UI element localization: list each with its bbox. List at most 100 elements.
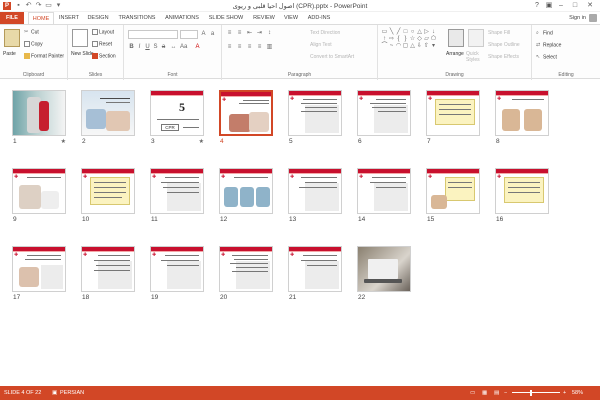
slide-thumbnail[interactable]: ✚ 13 — [288, 168, 342, 224]
shape-fill-button[interactable]: Shape Fill — [488, 30, 510, 36]
convert-smartart-button[interactable]: Convert to SmartArt — [310, 54, 354, 60]
slide-thumbnail[interactable]: ✚ 5 — [288, 90, 342, 146]
arrange-button[interactable]: Arrange — [446, 51, 464, 57]
slide-thumbnail[interactable]: ✚ 8 — [495, 90, 549, 146]
proofing-icon[interactable]: ▣ — [52, 386, 57, 400]
cut-button[interactable]: ✂ Cut — [24, 29, 39, 35]
change-case-icon[interactable]: Aa — [180, 44, 187, 51]
slide-thumbnail[interactable]: ✚ 11 — [150, 168, 204, 224]
slide-thumbnail[interactable]: ✚ 7 — [426, 90, 480, 146]
zoom-level[interactable]: 58% — [572, 386, 583, 400]
shadow-icon[interactable]: S — [152, 44, 159, 51]
slide-thumbnail[interactable]: 2 — [81, 90, 135, 146]
slide-thumbnail[interactable]: ✚ 20 — [219, 246, 273, 302]
reset-button[interactable]: Reset — [92, 41, 112, 47]
tab-view[interactable]: VIEW — [280, 12, 302, 24]
tab-design[interactable]: DESIGN — [84, 12, 112, 24]
quick-styles-icon[interactable] — [468, 29, 484, 47]
slide-thumbnail[interactable]: ✚ 18 — [81, 246, 135, 302]
slide-thumbnail[interactable]: ✚ 9 — [12, 168, 66, 224]
help-icon[interactable]: ? — [532, 1, 542, 10]
close-button[interactable]: ✕ — [585, 1, 595, 10]
slide-thumbnail[interactable]: 22 — [357, 246, 411, 302]
decrease-indent-icon[interactable]: ⇤ — [246, 30, 253, 37]
avatar[interactable] — [589, 14, 597, 22]
slide-number: 22 — [358, 294, 366, 301]
slide-sorter-view-icon[interactable]: ▦ — [482, 386, 487, 400]
slide-thumbnail-selected[interactable]: ✚ 4 — [219, 90, 273, 146]
arrange-icon[interactable] — [448, 29, 464, 47]
new-slide-icon[interactable] — [72, 29, 88, 47]
maximize-button[interactable]: □ — [570, 1, 580, 10]
tab-file[interactable]: FILE — [0, 12, 24, 24]
slide-thumbnail[interactable]: ✚ 14 — [357, 168, 411, 224]
slide-thumbnail[interactable]: ✚ 6 — [357, 90, 411, 146]
slide-thumbnail[interactable]: ✚ 16 — [495, 168, 549, 224]
section-button[interactable]: Section — [92, 53, 116, 59]
slide-thumbnail[interactable]: ✚ 10 — [81, 168, 135, 224]
increase-font-icon[interactable]: A — [200, 31, 207, 38]
numbering-icon[interactable]: ≡ — [236, 30, 243, 37]
tab-animations[interactable]: ANIMATIONS — [162, 12, 202, 24]
sign-in-link[interactable]: Sign in — [569, 12, 586, 24]
shape-effects-button[interactable]: Shape Effects — [488, 54, 519, 60]
zoom-out-icon[interactable]: − — [504, 386, 507, 400]
shape-outline-button[interactable]: Shape Outline — [488, 42, 520, 48]
tab-slide-show[interactable]: SLIDE SHOW — [206, 12, 246, 24]
minimize-button[interactable]: – — [556, 1, 566, 10]
align-left-icon[interactable]: ≡ — [226, 44, 233, 51]
tab-insert[interactable]: INSERT — [56, 12, 82, 24]
zoom-slider-thumb[interactable] — [530, 390, 532, 396]
text-direction-button[interactable]: Text Direction — [310, 30, 340, 36]
increase-indent-icon[interactable]: ⇥ — [256, 30, 263, 37]
shapes-gallery[interactable]: ▭ ╲ ╱ □ ○ △ ▷ ↓ ↑ ⇨{} ☆ ◇ ▱ ⬠ ⌒ ~ ◠ ▢ △ ⇩ ⇧ ▾ — [381, 29, 445, 50]
slide-thumbnail[interactable]: ✚ 21 — [288, 246, 342, 302]
slide-preview — [12, 90, 66, 136]
bold-icon[interactable]: B — [128, 44, 135, 51]
slide-thumbnail[interactable]: ✚ 19 — [150, 246, 204, 302]
slide-thumbnail[interactable]: ✚ 12 — [219, 168, 273, 224]
find-button[interactable]: ⌕ Find — [536, 30, 553, 36]
ribbon-display-icon[interactable]: ▣ — [544, 1, 554, 10]
zoom-slider[interactable] — [512, 392, 560, 393]
align-right-icon[interactable]: ≡ — [246, 44, 253, 51]
tab-add-ins[interactable]: ADD-INS — [304, 12, 334, 24]
align-text-button[interactable]: Align Text — [310, 42, 332, 48]
select-button[interactable]: ↖ Select — [536, 54, 557, 60]
bullets-icon[interactable]: ≡ — [226, 30, 233, 37]
copy-label: Copy — [31, 41, 43, 48]
replace-button[interactable]: ⇄ Replace — [536, 42, 561, 48]
align-center-icon[interactable]: ≡ — [236, 44, 243, 51]
slide-thumbnail[interactable]: 5 CPR 3 ★ — [150, 90, 204, 146]
slide-number: 12 — [220, 216, 228, 223]
tab-transitions[interactable]: TRANSITIONS — [116, 12, 158, 24]
justify-icon[interactable]: ≡ — [256, 44, 263, 51]
decrease-font-icon[interactable]: a — [209, 31, 216, 38]
char-spacing-icon[interactable]: ↔ — [170, 44, 177, 51]
tab-review[interactable]: REVIEW — [250, 12, 278, 24]
strikethrough-icon[interactable]: a — [160, 44, 167, 51]
slide-thumbnail[interactable]: 1 ★ — [12, 90, 66, 146]
language-indicator[interactable]: PERSIAN — [60, 386, 84, 400]
reading-view-icon[interactable]: ▤ — [494, 386, 499, 400]
underline-icon[interactable]: U — [144, 44, 151, 51]
line-spacing-icon[interactable]: ↕ — [266, 30, 273, 37]
font-size-box[interactable] — [180, 30, 198, 39]
quick-styles-button[interactable]: Quick Styles — [466, 51, 484, 63]
normal-view-icon[interactable]: ▭ — [470, 386, 475, 400]
format-painter-button[interactable]: Format Painter — [24, 53, 64, 59]
transition-star-icon: ★ — [198, 139, 204, 145]
slide-thumbnail[interactable]: ✚ 15 — [426, 168, 480, 224]
slide-thumbnail[interactable]: ✚ 17 — [12, 246, 66, 302]
paste-button[interactable]: Paste — [3, 51, 16, 57]
new-slide-button[interactable]: New Slide — [71, 51, 94, 57]
font-color-icon[interactable]: A — [194, 44, 201, 51]
italic-icon[interactable]: I — [136, 44, 143, 51]
tab-home[interactable]: HOME — [28, 12, 54, 24]
paste-icon[interactable] — [4, 29, 20, 47]
columns-icon[interactable]: ▥ — [266, 44, 273, 51]
zoom-in-icon[interactable]: + — [563, 386, 566, 400]
layout-button[interactable]: Layout — [92, 29, 114, 35]
font-name-box[interactable] — [128, 30, 178, 39]
copy-button[interactable]: Copy — [24, 41, 43, 47]
